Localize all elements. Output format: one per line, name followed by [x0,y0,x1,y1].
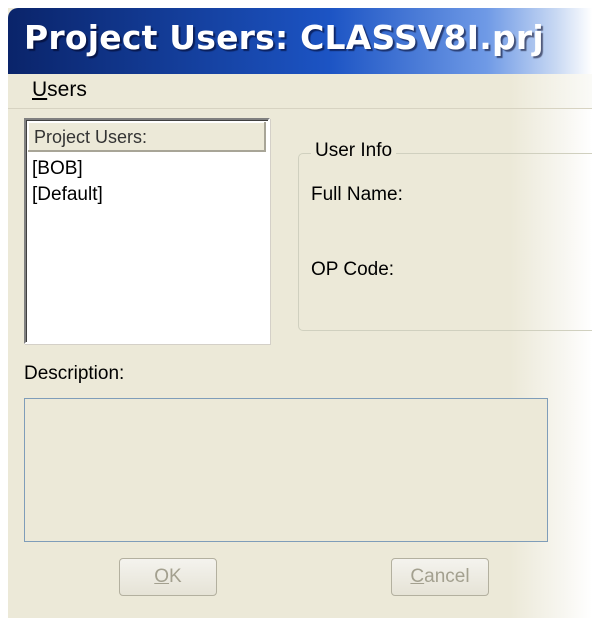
user-info-group: User Info Full Name: OP Code: [298,140,592,331]
title-bar[interactable]: Project Users: CLASSV8I.prj [8,8,592,74]
list-item-bob[interactable]: [BOB] [30,156,264,182]
menu-users-label: sers [47,78,87,101]
description-field[interactable] [24,398,548,542]
ok-button-accel: O [154,566,170,587]
window-title: Project Users: CLASSV8I.prj [24,18,544,57]
full-name-label: Full Name: [311,184,403,205]
ok-button[interactable]: OK [119,558,217,596]
cancel-button[interactable]: Cancel [391,558,489,596]
menu-bar: Users [8,74,592,109]
description-label: Description: [24,363,125,384]
project-users-list[interactable]: Project Users: [BOB] [Default] [24,118,270,344]
ok-button-label: K [169,566,182,587]
cancel-button-label: ancel [424,566,470,587]
list-items: [BOB] [Default] [30,156,264,208]
project-users-dialog: Project Users: CLASSV8I.prj Users Projec… [8,8,592,618]
cancel-button-accel: C [410,566,425,587]
list-column-header[interactable]: Project Users: [28,122,266,152]
menu-users[interactable]: Users [32,78,87,102]
op-code-label: OP Code: [311,259,395,280]
menu-users-accel: U [32,78,48,101]
list-item-default[interactable]: [Default] [30,182,264,208]
user-info-title: User Info [311,140,397,162]
